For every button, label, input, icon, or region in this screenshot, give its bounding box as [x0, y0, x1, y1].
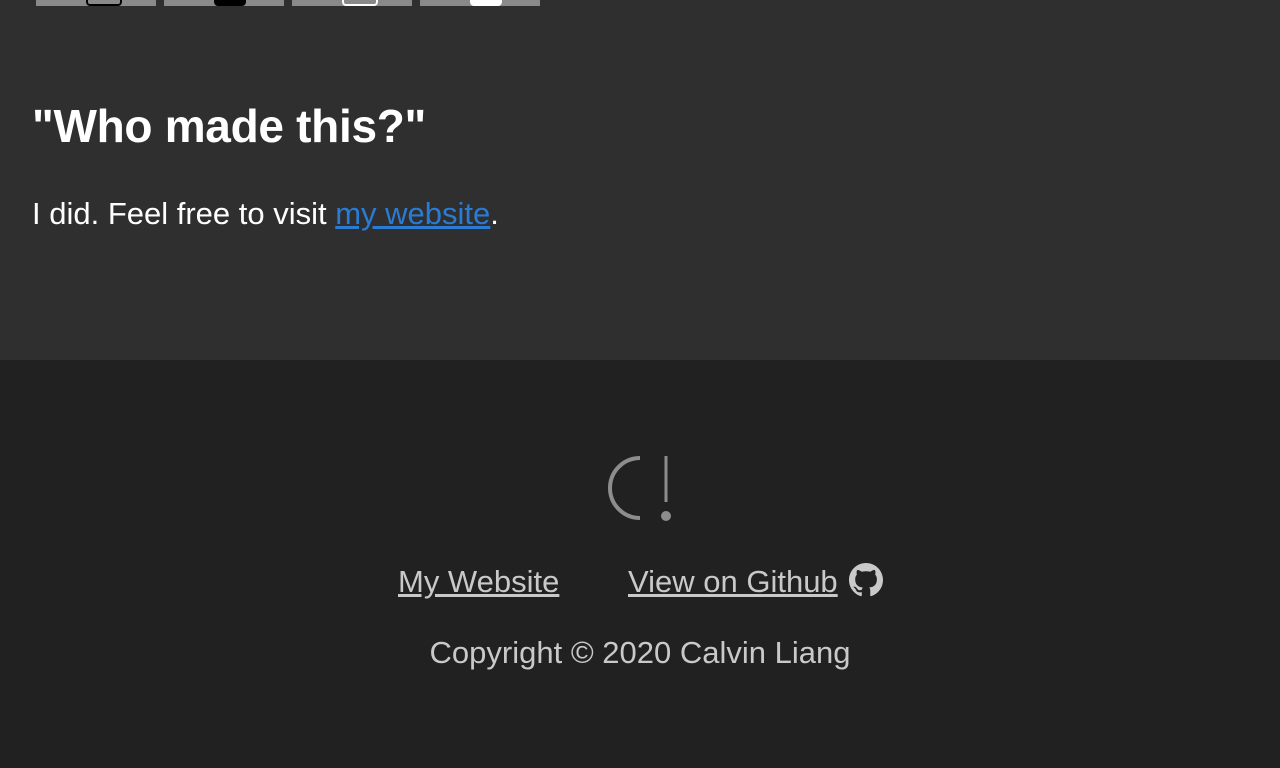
- thumbnail-strip: [36, 0, 540, 6]
- footer: My Website View on Github Copyright © 20…: [0, 360, 1280, 768]
- footer-github-link[interactable]: View on Github: [628, 560, 838, 604]
- my-website-link[interactable]: my website: [335, 196, 490, 231]
- thumbnail-outline-dark[interactable]: [36, 0, 156, 6]
- about-heading: "Who made this?": [32, 100, 427, 152]
- about-text-suffix: .: [490, 196, 499, 231]
- thumbnail-filled-dark[interactable]: [164, 0, 284, 6]
- github-icon[interactable]: [849, 563, 883, 597]
- thumbnail-outline-light[interactable]: [292, 0, 412, 6]
- about-text: I did. Feel free to visit my website.: [32, 194, 499, 234]
- footer-links: My Website View on Github: [0, 560, 1280, 604]
- calvin-logo-icon: [608, 456, 671, 521]
- copyright-text: Copyright © 2020 Calvin Liang: [429, 635, 851, 670]
- thumbnail-filled-light[interactable]: [420, 0, 540, 6]
- about-section: "Who made this?" I did. Feel free to vis…: [0, 0, 1280, 360]
- about-text-prefix: I did. Feel free to visit: [32, 196, 336, 231]
- footer-website-link[interactable]: My Website: [398, 560, 559, 604]
